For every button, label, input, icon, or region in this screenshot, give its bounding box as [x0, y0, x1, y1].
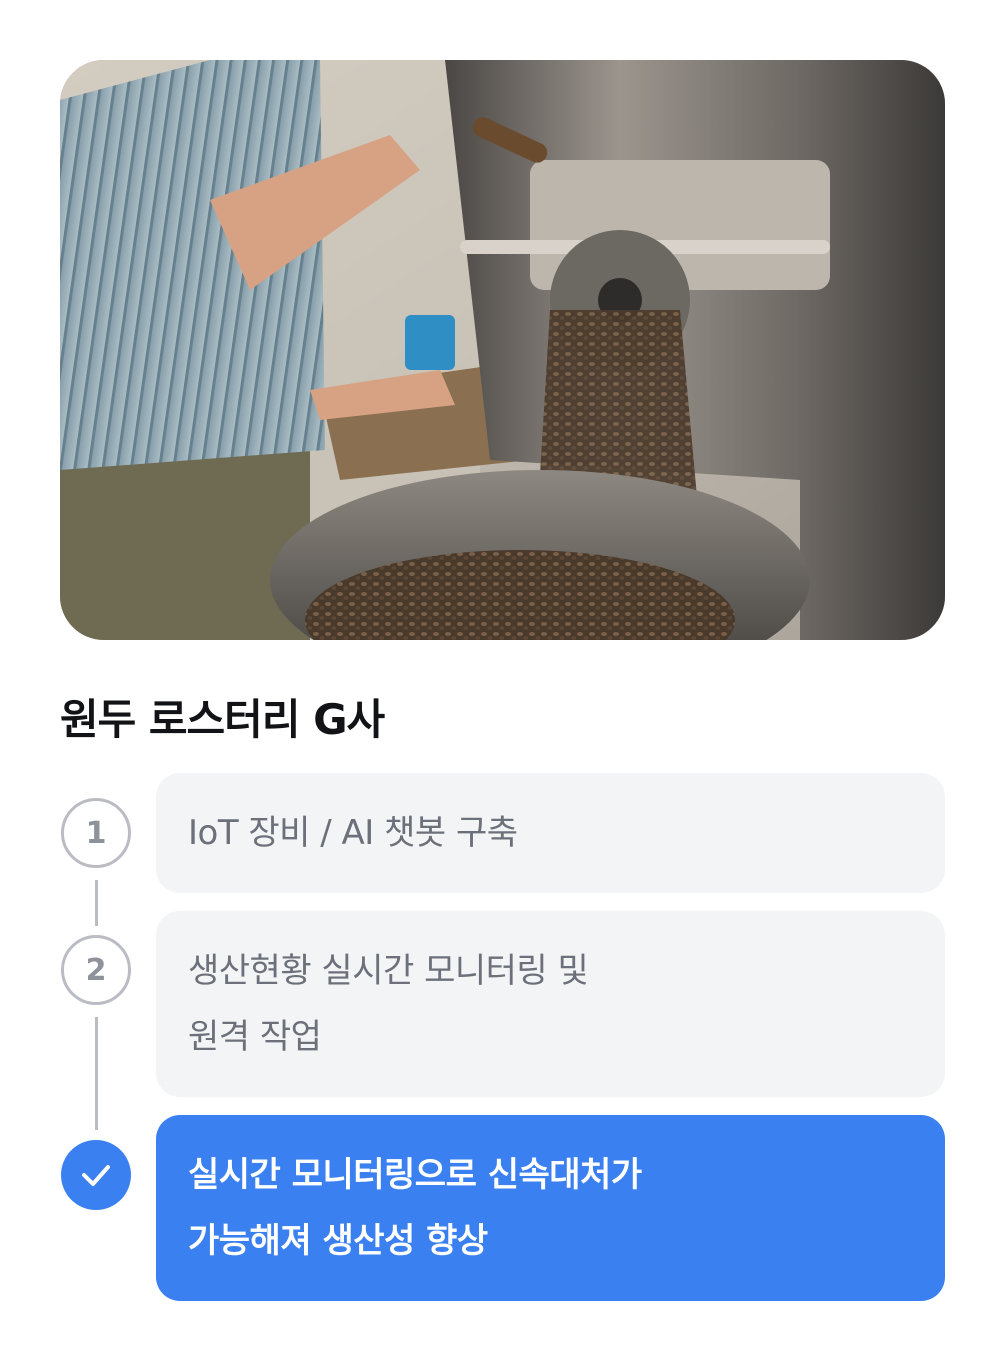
step-text: 가능해져 생산성 향상 [188, 1221, 488, 1261]
step-text: IoT 장비 / AI 챗봇 구축 [188, 813, 518, 853]
step-connector [95, 1017, 98, 1130]
hero-image [60, 60, 945, 640]
step-card-result: 실시간 모니터링으로 신속대처가 가능해져 생산성 향상 [156, 1115, 945, 1301]
step-number-2: 2 [61, 935, 131, 1005]
step-text: 생산현황 실시간 모니터링 및 [188, 951, 589, 991]
check-icon [82, 1165, 110, 1186]
step-connector [95, 880, 98, 926]
step-complete-marker [61, 1140, 131, 1210]
page-title: 원두 로스터리 G사 [60, 695, 385, 744]
step-card-1: IoT 장비 / AI 챗봇 구축 [156, 773, 945, 893]
step-number-1: 1 [61, 798, 131, 868]
step-card-2: 생산현황 실시간 모니터링 및 원격 작업 [156, 911, 945, 1097]
step-text: 실시간 모니터링으로 신속대처가 [188, 1155, 642, 1195]
step-text: 원격 작업 [188, 1017, 322, 1057]
roaster-photo-icon [60, 60, 945, 640]
case-study-card: 원두 로스터리 G사 1 IoT 장비 / AI 챗봇 구축 2 생산현황 실시… [0, 0, 1005, 1360]
